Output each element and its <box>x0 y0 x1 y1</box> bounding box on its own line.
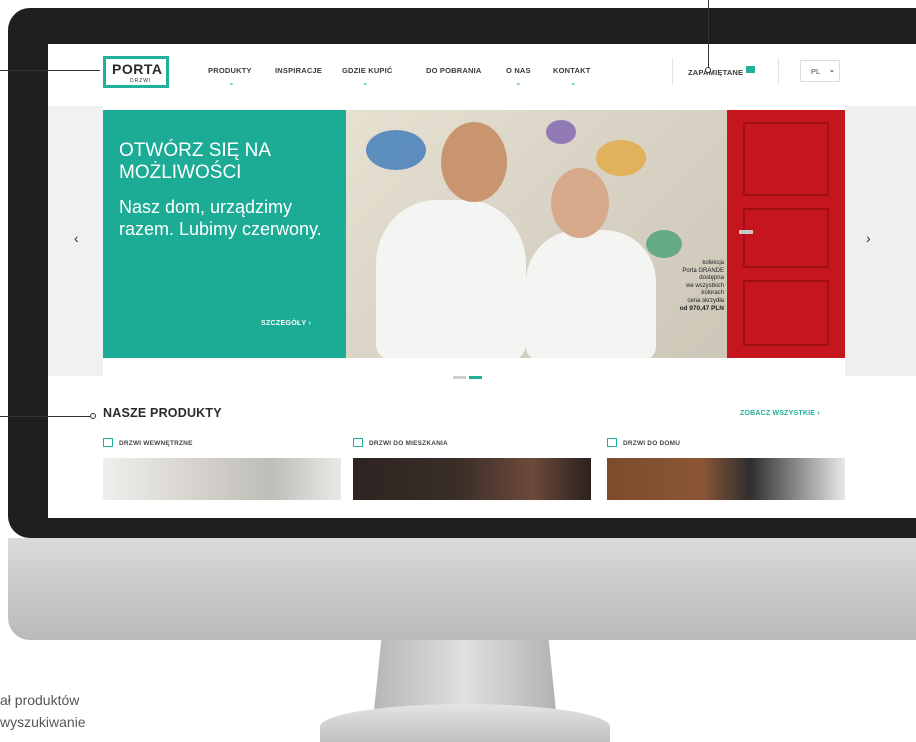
chevron-down-icon: ⌄ <box>228 78 235 87</box>
nav-item-kontakt[interactable]: KONTAKT <box>553 66 591 75</box>
callout-marker <box>90 413 96 419</box>
paint-splash <box>546 120 576 144</box>
hero-details-label: SZCZEGÓŁY <box>261 320 307 327</box>
nav-divider <box>672 58 673 84</box>
promo-text: kolekcja Porta GRANDE dostępna we wszyst… <box>672 260 724 313</box>
products-section: NASZE PRODUKTY ZOBACZ WSZYSTKIE › DRZWI … <box>103 396 845 518</box>
nav-item-produkty[interactable]: PRODUKTY <box>208 66 252 75</box>
hero-details-link[interactable]: SZCZEGÓŁY › <box>261 320 311 327</box>
hero-text: Nasz dom, urządzimy razem. Lubimy czerwo… <box>119 197 322 239</box>
logo-subtext: DRZWI <box>130 78 152 84</box>
stage: PORTA DRZWI PRODUKTY ⌄ INSPIRACJE GDZIE … <box>0 0 916 742</box>
hero-image: kolekcja Porta GRANDE dostępna we wszyst… <box>346 110 845 358</box>
language-select[interactable]: PL ⌄ <box>800 60 840 82</box>
woman-head <box>551 168 609 238</box>
red-door <box>727 110 845 358</box>
paint-splash <box>646 230 682 258</box>
door-panel <box>743 280 829 346</box>
chevron-down-icon: ⌄ <box>362 78 369 87</box>
hero-side-right <box>845 106 916 376</box>
caption-line-1: ał produktów <box>0 692 80 708</box>
category-interior-doors[interactable]: DRZWI WEWNĘTRZNE <box>103 438 193 447</box>
promo-price: od 970,47 PLN <box>679 305 724 312</box>
promo-line: Porta GRANDE <box>682 267 724 274</box>
house-doors-image[interactable] <box>607 458 845 500</box>
slider-prev-arrow-icon[interactable]: ‹ <box>74 230 79 246</box>
category-label: DRZWI DO MIESZKANIA <box>369 440 448 447</box>
callout-line <box>0 416 92 417</box>
slider-dot-active[interactable] <box>469 376 482 379</box>
apartment-doors-image[interactable] <box>353 458 591 500</box>
door-icon <box>103 438 113 447</box>
chevron-down-icon: ⌄ <box>570 78 577 87</box>
paint-splash <box>366 130 426 170</box>
logo-text: PORTA <box>112 61 163 77</box>
language-value: PL <box>811 67 821 76</box>
callout-line <box>708 0 709 68</box>
slider-next-arrow-icon[interactable]: › <box>866 230 871 246</box>
saved-label: ZAPAMIĘTANE <box>688 68 744 77</box>
promo-line: kolorach <box>701 290 724 296</box>
category-apartment-doors[interactable]: DRZWI DO MIESZKANIA <box>353 438 448 447</box>
see-all-label: ZOBACZ WSZYSTKIE <box>740 410 816 417</box>
callout-marker <box>705 67 711 73</box>
callout-line <box>0 70 100 71</box>
slider-pagination <box>453 366 485 384</box>
products-title: NASZE PRODUKTY <box>103 406 222 420</box>
interior-doors-image[interactable] <box>103 458 341 500</box>
top-navigation: PORTA DRZWI PRODUKTY ⌄ INSPIRACJE GDZIE … <box>48 44 916 106</box>
promo-line: kolekcja <box>702 260 724 266</box>
man-figure <box>376 200 526 358</box>
door-panel <box>743 208 829 268</box>
hero-text-panel: OTWÓRZ SIĘ NA MOŻLIWOŚCI Nasz dom, urząd… <box>103 110 346 358</box>
monitor-stand-base <box>320 704 610 742</box>
man-head <box>441 122 507 202</box>
category-house-doors[interactable]: DRZWI DO DOMU <box>607 438 680 447</box>
see-all-link[interactable]: ZOBACZ WSZYSTKIE › <box>740 410 820 417</box>
chevron-down-icon: ⌄ <box>829 67 835 74</box>
nav-item-inspiracje[interactable]: INSPIRACJE <box>275 66 322 75</box>
slider-dot[interactable] <box>453 376 466 379</box>
nav-item-o-nas[interactable]: O NAS <box>506 66 531 75</box>
door-panel <box>743 122 829 196</box>
category-label: DRZWI WEWNĘTRZNE <box>119 440 193 447</box>
nav-divider <box>778 58 779 84</box>
woman-figure <box>526 230 656 358</box>
chevron-down-icon: ⌄ <box>515 78 522 87</box>
porta-logo[interactable]: PORTA DRZWI <box>103 56 169 88</box>
door-icon <box>353 438 363 447</box>
promo-line: we wszystkich <box>685 282 724 289</box>
house-icon <box>607 438 617 447</box>
monitor-chin <box>8 538 916 640</box>
saved-items-link[interactable]: ZAPAMIĘTANE <box>688 66 756 77</box>
caption-line-2: wyszukiwanie <box>0 714 86 730</box>
door-handle <box>739 230 753 234</box>
nav-item-gdzie-kupic[interactable]: GDZIE KUPIĆ <box>342 66 393 75</box>
website-screen: PORTA DRZWI PRODUKTY ⌄ INSPIRACJE GDZIE … <box>48 44 916 518</box>
category-label: DRZWI DO DOMU <box>623 440 681 447</box>
saved-count-badge <box>746 66 756 73</box>
promo-line: dostępna <box>699 275 724 281</box>
nav-item-do-pobrania[interactable]: DO POBRANIA <box>426 66 482 75</box>
paint-splash <box>596 140 646 176</box>
promo-line: cena skrzydła <box>687 297 724 304</box>
hero-heading: OTWÓRZ SIĘ NA MOŻLIWOŚCI <box>119 140 270 183</box>
